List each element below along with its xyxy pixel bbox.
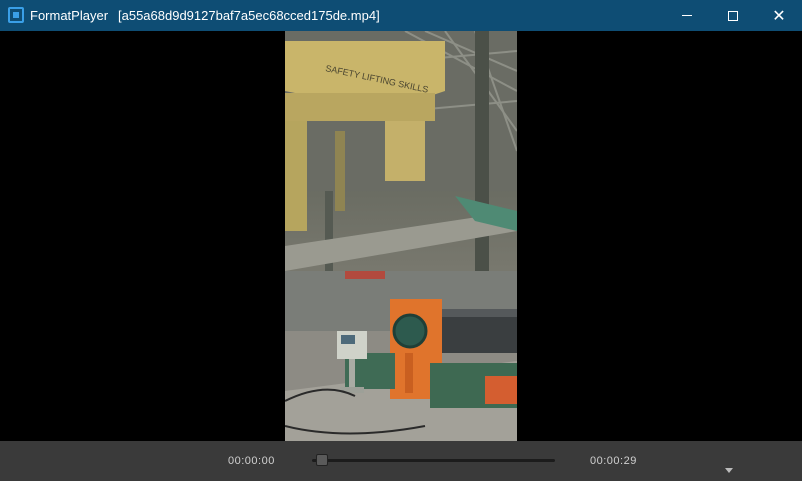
app-name: FormatPlayer: [30, 8, 109, 23]
video-area[interactable]: SAFETY LIFTING SKILLS: [0, 31, 802, 441]
current-time: 00:00:00: [228, 455, 275, 467]
title-bar[interactable]: FormatPlayer [a55a68d9d9127baf7a5ec68cce…: [0, 0, 802, 31]
chevron-down-icon[interactable]: [725, 468, 733, 473]
close-icon: ✕: [772, 5, 786, 25]
seek-thumb[interactable]: [316, 454, 328, 466]
file-name: [a55a68d9d9127baf7a5ec68cced175de.mp4]: [118, 8, 380, 23]
video-player-icon: [8, 7, 24, 23]
video-frame[interactable]: SAFETY LIFTING SKILLS: [285, 31, 517, 441]
seek-bar[interactable]: [312, 459, 555, 462]
video-content: SAFETY LIFTING SKILLS: [285, 31, 517, 441]
total-time: 00:00:29: [590, 455, 637, 467]
close-button[interactable]: ✕: [756, 0, 802, 31]
maximize-button[interactable]: [710, 0, 756, 31]
maximize-icon: [728, 10, 738, 21]
minimize-button[interactable]: [664, 0, 710, 31]
control-bar: 00:00:00 00:00:29: [0, 441, 802, 481]
minimize-icon: [682, 15, 692, 16]
